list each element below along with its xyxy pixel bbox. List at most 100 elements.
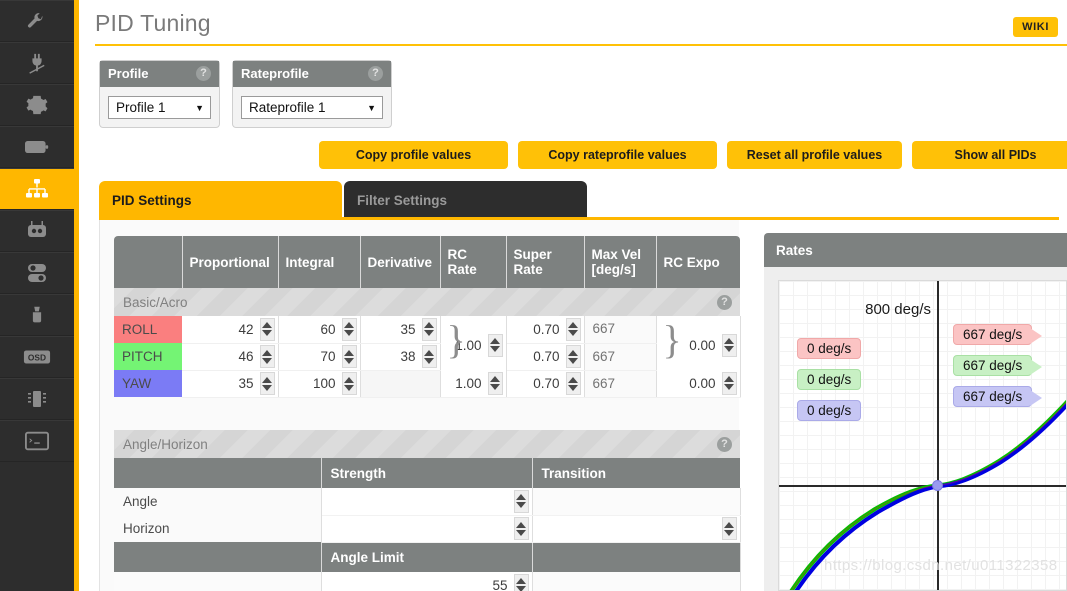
roll-super-rate-stepper[interactable] <box>565 317 581 341</box>
yaw-integral-cell[interactable]: 100 <box>278 370 361 398</box>
page-title: PID Tuning <box>95 10 211 36</box>
pitch-super-rate-stepper[interactable] <box>565 345 581 368</box>
sidebar-item-blackbox[interactable] <box>0 378 74 420</box>
yaw-rc-rate-stepper[interactable] <box>487 371 503 395</box>
horizon-strength-stepper[interactable] <box>513 517 529 540</box>
rateprofile-select[interactable]: Rateprofile 1 ▼ <box>241 96 383 119</box>
yaw-super-rate-cell[interactable]: 0.70 <box>506 370 585 398</box>
rateprofile-panel-header: Rateprofile ? <box>233 61 391 87</box>
profile-help-icon[interactable]: ? <box>196 66 211 81</box>
angle-horizon-help-icon[interactable]: ? <box>717 437 732 452</box>
roll-max-vel-cell: 667 <box>584 316 657 344</box>
wiki-button[interactable]: WIKI <box>1013 17 1058 37</box>
table-row: YAW 35 100 1.00 0.70 667 0.00 <box>114 370 741 398</box>
pitch-derivative-stepper[interactable] <box>421 345 437 368</box>
rate-badge-pitch-min: 0 deg/s <box>797 369 862 390</box>
pitch-derivative-cell[interactable]: 38 <box>360 343 441 371</box>
yaw-rc-expo-cell[interactable]: 0.00 <box>656 370 741 398</box>
gear-icon <box>26 94 48 116</box>
basic-acro-help-icon[interactable]: ? <box>717 295 732 310</box>
copy-rateprofile-values-button[interactable]: Copy rateprofile values <box>518 141 717 169</box>
col-proportional: Proportional <box>182 236 279 288</box>
rates-origin-marker <box>932 480 943 491</box>
col-derivative: Derivative <box>360 236 441 288</box>
row-label-horizon: Horizon <box>114 515 322 542</box>
roll-pitch-rc-rate-cell[interactable]: } 1.00 <box>440 316 507 370</box>
roll-integral-cell[interactable]: 60 <box>278 316 361 344</box>
roll-super-rate-cell[interactable]: 0.70 <box>506 316 585 344</box>
col-transition: Transition <box>532 458 740 488</box>
rates-chart[interactable]: 800 deg/s 0 deg/s 0 deg/s 0 deg/s 667 de… <box>778 280 1067 591</box>
show-all-pids-button[interactable]: Show all PIDs <box>912 141 1067 169</box>
sidebar-item-setup[interactable] <box>0 0 74 42</box>
yaw-rc-rate-value: 1.00 <box>455 375 482 391</box>
profile-label: Profile <box>108 66 149 81</box>
copy-profile-values-button[interactable]: Copy profile values <box>319 141 508 169</box>
roll-proportional-cell[interactable]: 42 <box>182 316 279 344</box>
sidebar-item-cli[interactable] <box>0 420 74 462</box>
rc-expo-brace-icon: } <box>662 317 682 362</box>
angle-limit-stepper[interactable] <box>513 573 529 591</box>
horizon-transition-cell[interactable] <box>532 515 741 543</box>
section-angle-horizon: Angle/Horizon ? <box>114 430 740 458</box>
pid-table-header-row: Proportional Integral Derivative RC Rate… <box>114 236 740 288</box>
sidebar-item-receiver[interactable] <box>0 210 74 252</box>
profile-panel: Profile ? Profile 1 ▼ <box>99 60 220 128</box>
tab-pid-settings[interactable]: PID Settings <box>99 181 342 219</box>
row-label-angle: Angle <box>114 488 322 515</box>
horizon-strength-cell[interactable] <box>321 515 533 543</box>
content-area: PID Tuning WIKI Profile ? Profile 1 ▼ Ra… <box>79 0 1067 591</box>
table-row: 55 <box>114 572 741 591</box>
yaw-rc-rate-cell[interactable]: 1.00 <box>440 370 507 398</box>
yaw-integral-value: 100 <box>312 376 336 391</box>
section-basic-acro-label: Basic/Acro ? <box>114 288 740 316</box>
reset-all-profile-values-button[interactable]: Reset all profile values <box>727 141 902 169</box>
pitch-max-vel-cell: 667 <box>584 343 657 371</box>
pitch-super-rate-value: 0.70 <box>533 349 560 364</box>
sidebar-item-motors[interactable] <box>0 294 74 336</box>
rates-panel-title: Rates <box>764 233 1067 267</box>
horizon-transition-stepper[interactable] <box>721 517 737 540</box>
yaw-proportional-stepper[interactable] <box>259 372 275 395</box>
roll-pitch-rc-expo-cell[interactable]: } 0.00 <box>656 316 741 370</box>
table-row: Angle <box>114 488 741 516</box>
roll-derivative-stepper[interactable] <box>421 317 437 341</box>
tab-filter-settings[interactable]: Filter Settings <box>344 181 587 219</box>
angle-strength-cell[interactable] <box>321 488 533 516</box>
angle-limit-cell[interactable]: 55 <box>321 572 533 591</box>
sidebar-item-power[interactable] <box>0 126 74 168</box>
axis-label-roll: ROLL <box>114 316 182 343</box>
pitch-proportional-stepper[interactable] <box>259 345 275 368</box>
pitch-integral-cell[interactable]: 70 <box>278 343 361 371</box>
roll-proportional-value: 42 <box>238 321 254 337</box>
yaw-proportional-value: 35 <box>238 376 254 391</box>
angle-strength-stepper[interactable] <box>513 489 529 513</box>
roll-integral-stepper[interactable] <box>341 317 357 341</box>
profile-panel-header: Profile ? <box>100 61 219 87</box>
pitch-integral-stepper[interactable] <box>341 345 357 368</box>
col-max-vel: Max Vel [deg/s] <box>584 236 657 288</box>
pid-table: Proportional Integral Derivative RC Rate… <box>114 236 741 398</box>
rate-badge-roll-max: 667 deg/s <box>953 324 1043 345</box>
profile-select[interactable]: Profile 1 ▼ <box>108 96 211 119</box>
yaw-rc-expo-stepper[interactable] <box>721 371 737 395</box>
profile-select-value: Profile 1 <box>116 100 166 115</box>
sidebar-item-modes[interactable] <box>0 252 74 294</box>
col-strength: Strength <box>321 458 533 488</box>
sidebar-item-ports[interactable] <box>0 42 74 84</box>
yaw-proportional-cell[interactable]: 35 <box>182 370 279 398</box>
pitch-super-rate-cell[interactable]: 0.70 <box>506 343 585 371</box>
rateprofile-help-icon[interactable]: ? <box>368 66 383 81</box>
pitch-proportional-cell[interactable]: 46 <box>182 343 279 371</box>
roll-proportional-stepper[interactable] <box>259 317 275 341</box>
sidebar-item-configuration[interactable] <box>0 84 74 126</box>
yaw-super-rate-stepper[interactable] <box>565 372 581 395</box>
rc-rate-stepper[interactable] <box>487 333 503 357</box>
angle-limit-blank <box>114 542 322 572</box>
roll-derivative-cell[interactable]: 35 <box>360 316 441 344</box>
rc-expo-stepper[interactable] <box>721 333 737 357</box>
sidebar-item-osd[interactable]: OSD <box>0 336 74 378</box>
sidebar-item-pid-tuning[interactable] <box>0 168 74 210</box>
roll-super-rate-value: 0.70 <box>533 321 560 337</box>
yaw-integral-stepper[interactable] <box>341 372 357 395</box>
